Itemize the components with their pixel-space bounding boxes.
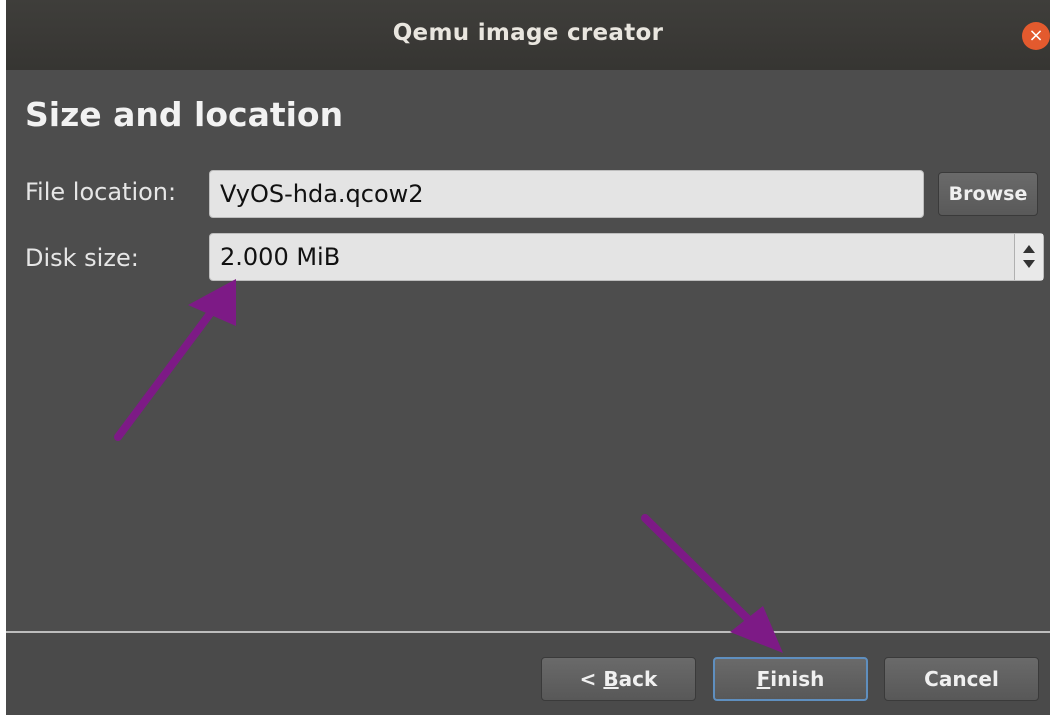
back-button[interactable]: < Back: [541, 657, 696, 701]
back-mnemonic: B: [603, 667, 619, 691]
file-location-label: File location:: [25, 178, 177, 206]
spin-up-icon[interactable]: [1023, 245, 1035, 253]
cancel-button[interactable]: Cancel: [884, 657, 1039, 701]
page-title: Size and location: [25, 95, 344, 134]
dialog-window: Qemu image creator × Size and location F…: [6, 0, 1050, 715]
file-location-value: VyOS-hda.qcow2: [220, 180, 424, 208]
title-bar: Qemu image creator ×: [6, 0, 1050, 70]
close-button[interactable]: ×: [1022, 22, 1050, 50]
finish-mnemonic: F: [756, 667, 771, 691]
close-icon: ×: [1028, 25, 1044, 46]
disk-size-spinbox[interactable]: 2.000 MiB: [209, 233, 1044, 281]
browse-button[interactable]: Browse: [938, 172, 1038, 216]
back-prefix: <: [579, 667, 604, 691]
spin-buttons[interactable]: [1014, 234, 1043, 280]
back-label-rest: ack: [618, 667, 658, 691]
spin-down-icon[interactable]: [1023, 260, 1035, 268]
file-location-input[interactable]: VyOS-hda.qcow2: [209, 170, 924, 218]
disk-size-value: 2.000 MiB: [220, 243, 341, 271]
window-title: Qemu image creator: [392, 20, 664, 46]
finish-button[interactable]: Finish: [713, 657, 868, 701]
finish-label-rest: inish: [770, 667, 825, 691]
disk-size-label: Disk size:: [25, 244, 139, 272]
